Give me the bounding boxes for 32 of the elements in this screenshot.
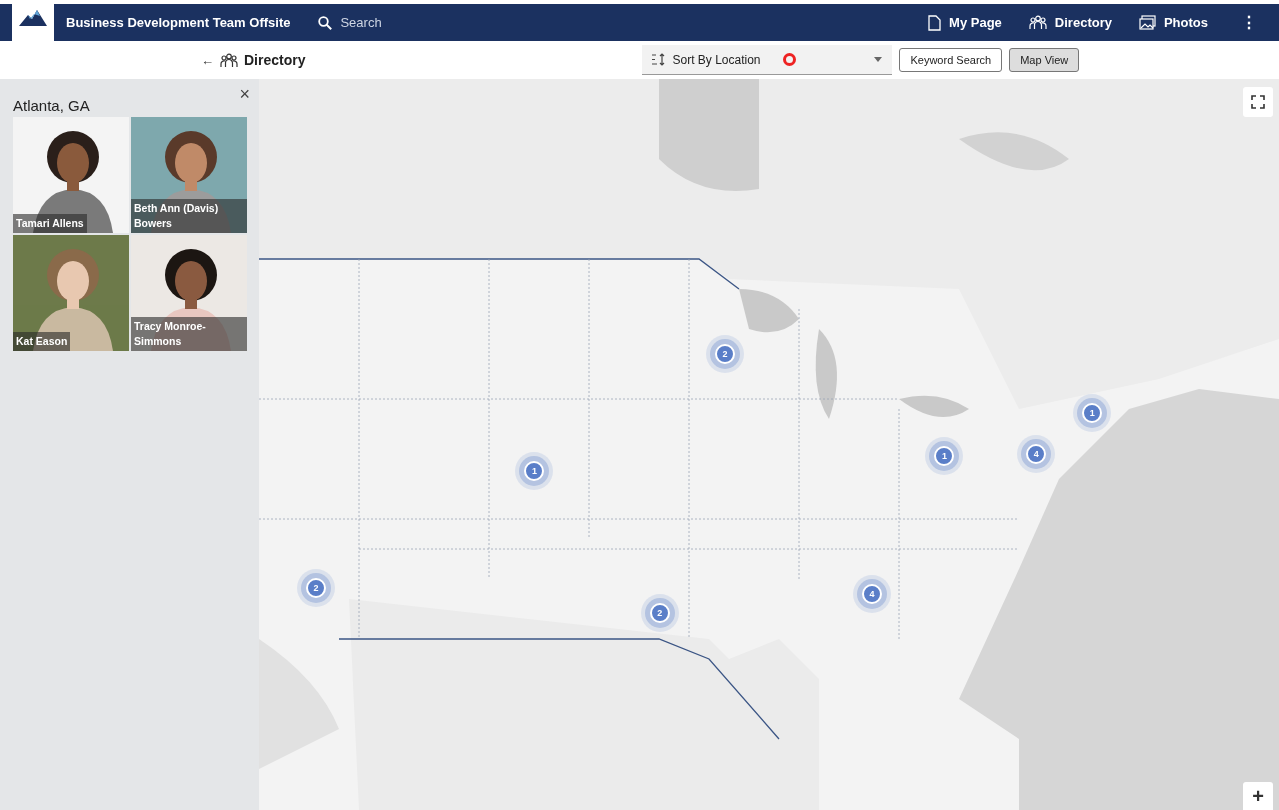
search-field[interactable]: Search (318, 15, 382, 30)
close-button[interactable]: × (239, 85, 250, 103)
app-title: Business Development Team Offsite (66, 15, 291, 30)
back-button[interactable]: ← (201, 52, 214, 68)
person-card[interactable]: Kat Eason (13, 235, 129, 351)
circle-marker (782, 53, 796, 66)
fullscreen-button[interactable] (1243, 87, 1273, 117)
page-icon (928, 14, 942, 31)
photos-icon (1138, 15, 1156, 30)
person-name: Tamari Allens (13, 214, 87, 233)
person-card[interactable]: Beth Ann (Davis) Bowers (131, 117, 247, 233)
nav-link[interactable]: My Page (928, 14, 1002, 31)
person-name: Kat Eason (13, 332, 71, 351)
more-menu-button[interactable]: ⋮ (1241, 13, 1257, 32)
person-name: Beth Ann (Davis) Bowers (131, 199, 247, 233)
person-card[interactable]: Tracy Monroe-Simmons (131, 235, 247, 351)
fullscreen-icon (1251, 95, 1265, 109)
caret-icon (874, 57, 883, 62)
nav-link[interactable]: Directory (1028, 15, 1112, 30)
person-name: Tracy Monroe-Simmons (131, 317, 247, 351)
zoom-in-button[interactable]: + (1243, 782, 1273, 810)
search-icon (318, 15, 333, 30)
page-title: Directory (244, 52, 306, 68)
sort-dropdown[interactable]: Sort By Location (642, 45, 893, 75)
view-button[interactable]: Map View (1009, 48, 1080, 72)
people-icon (1028, 15, 1047, 30)
person-card[interactable]: Tamari Allens (13, 117, 129, 233)
location-title: Atlanta, GA (13, 97, 90, 114)
people-icon (220, 52, 238, 68)
sort-icon (652, 53, 667, 66)
view-button[interactable]: Keyword Search (899, 48, 1003, 72)
nav-link[interactable]: Photos (1138, 15, 1208, 30)
